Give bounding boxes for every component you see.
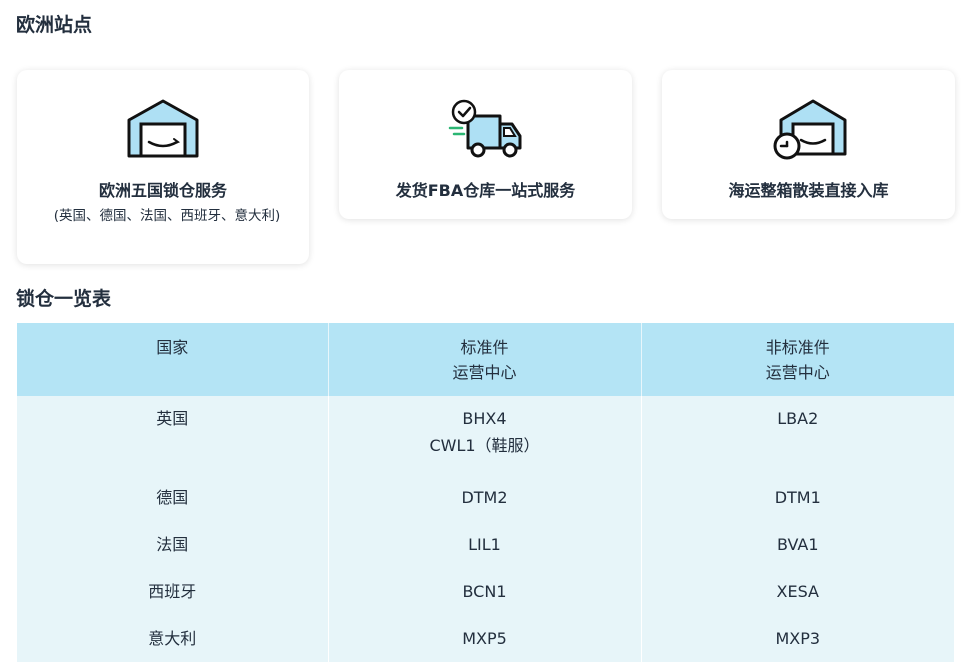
cell-country: 法国 (17, 521, 328, 568)
card-title: 海运整箱散装直接入库 (662, 180, 955, 202)
warehouse-icon (123, 98, 203, 160)
card-subtitle: (英国、德国、法国、西班牙、意大利) (47, 205, 287, 227)
cell-nonstandard: MXP3 (641, 615, 954, 662)
cell-nonstandard: XESA (641, 568, 954, 615)
section-title-lock-list: 锁仓一览表 (16, 287, 111, 311)
cell-standard: BCN1 (328, 568, 641, 615)
cell-nonstandard: LBA2 (641, 396, 954, 474)
header-nonstandard-fc: 非标准件 运营中心 (641, 323, 954, 396)
table-row: 德国 DTM2 DTM1 (17, 474, 954, 521)
delivery-truck-icon (446, 98, 526, 160)
table-row: 西班牙 BCN1 XESA (17, 568, 954, 615)
cell-standard: BHX4 CWL1（鞋服） (328, 396, 641, 474)
card-title: 发货FBA仓库一站式服务 (339, 180, 632, 202)
section-title-europe: 欧洲站点 (16, 13, 92, 37)
service-card-lock-warehouse: 欧洲五国锁仓服务 (英国、德国、法国、西班牙、意大利) (17, 70, 309, 264)
cell-standard: MXP5 (328, 615, 641, 662)
cell-standard: LIL1 (328, 521, 641, 568)
cell-country: 德国 (17, 474, 328, 521)
table-row: 法国 LIL1 BVA1 (17, 521, 954, 568)
cell-nonstandard: BVA1 (641, 521, 954, 568)
cell-country: 意大利 (17, 615, 328, 662)
header-country: 国家 (17, 323, 328, 396)
cell-standard: DTM2 (328, 474, 641, 521)
header-standard-fc: 标准件 运营中心 (328, 323, 641, 396)
table-row: 意大利 MXP5 MXP3 (17, 615, 954, 662)
warehouse-clock-icon (769, 98, 849, 160)
cell-nonstandard: DTM1 (641, 474, 954, 521)
table-row: 英国 BHX4 CWL1（鞋服） LBA2 (17, 396, 954, 474)
cell-country: 英国 (17, 396, 328, 474)
table-header-row: 国家 标准件 运营中心 非标准件 运营中心 (17, 323, 954, 396)
lock-warehouse-table: 国家 标准件 运营中心 非标准件 运营中心 英国 BHX4 CWL1（鞋服） L… (17, 323, 954, 662)
service-card-fba-delivery: 发货FBA仓库一站式服务 (339, 70, 632, 219)
cell-country: 西班牙 (17, 568, 328, 615)
card-title: 欧洲五国锁仓服务 (17, 180, 309, 202)
service-card-sea-freight: 海运整箱散装直接入库 (662, 70, 955, 219)
